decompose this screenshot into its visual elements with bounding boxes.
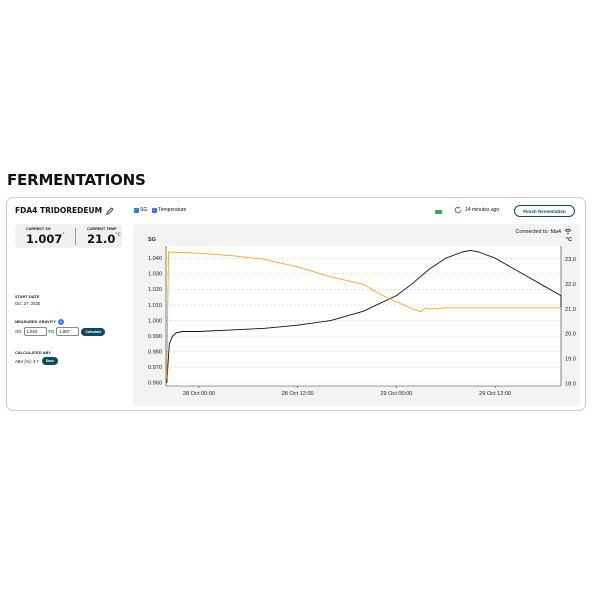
page-title: FERMENTATIONS (7, 171, 146, 189)
temperature-checkbox[interactable]: Temperature (152, 207, 186, 213)
last-seen-text: 14 minutes ago (465, 207, 500, 213)
fg-label: FG (48, 329, 55, 334)
y-left-tick-label: 0.960 (148, 381, 162, 387)
current-sg-label: CURRENT SG (26, 227, 51, 231)
fg-input[interactable] (56, 327, 80, 336)
current-readings-box: CURRENT SG 1.007° CURRENT TEMP 21.0°C (15, 224, 122, 248)
sg-checkbox[interactable]: SG (134, 207, 147, 213)
current-sg: CURRENT SG 1.007° (26, 227, 65, 246)
abv-row: ABV [%]: 4.7 Save (15, 357, 59, 365)
measured-gravity-label: MEASURED GRAVITY (15, 320, 56, 324)
fermentation-name: FDA4 TRIDOREDEUM (15, 206, 103, 215)
start-date-label: START DATE (15, 295, 40, 299)
y-left-tick-label: 1.020 (148, 287, 162, 293)
y-right-tick-label: 21.0 (565, 307, 576, 313)
fermentation-card: FDA4 TRIDOREDEUM CURRENT SG 1.007° CURRE… (6, 197, 586, 411)
y-left-tick-label: 1.030 (148, 272, 162, 278)
og-input[interactable] (23, 327, 47, 336)
fermentation-name-row: FDA4 TRIDOREDEUM (15, 206, 114, 215)
current-temp-label: CURRENT TEMP (87, 227, 117, 231)
edit-pencil-icon[interactable] (106, 206, 114, 215)
x-tick-label: 29 Oct 12:00 (479, 391, 511, 397)
y-right-tick-label: 18.0 (565, 381, 576, 387)
y-left-tick-label: 0.970 (148, 365, 162, 371)
y-right-tick-label: 19.0 (565, 357, 576, 363)
y-left-tick-label: 1.040 (148, 256, 162, 262)
abv-value: ABV [%]: 4.7 (15, 358, 39, 364)
connection-status: Connected to: fdа4 (515, 228, 572, 235)
y-left-tick-label: 1.010 (148, 303, 162, 309)
calculated-abv-label: CALCULATED ABV (15, 351, 51, 355)
wifi-icon (564, 228, 572, 235)
measured-gravity-label-row: MEASURED GRAVITY i (15, 319, 64, 325)
battery-icon (435, 210, 442, 214)
fermentation-chart: 0.960 0.970 0.980 0.990 1.000 1.010 1.020 1.030… (148, 237, 576, 397)
sync-refresh-icon[interactable] (454, 206, 462, 214)
og-label: OG (15, 329, 22, 334)
y-right-tick-label: 20.0 (565, 332, 576, 338)
y-left-axis-label: SG (148, 237, 156, 243)
readings-divider (75, 228, 76, 245)
plot-area (166, 246, 561, 386)
info-icon[interactable]: i (57, 319, 64, 325)
y-left-tick-label: 0.980 (148, 350, 162, 356)
finish-fermentation-button[interactable]: Finish fermentation (514, 205, 575, 217)
current-temp: CURRENT TEMP 21.0°C (87, 227, 121, 246)
current-temp-value: 21.0°C (87, 232, 121, 246)
gravity-row: OG FG Calculate (15, 327, 106, 336)
current-sg-value: 1.007° (26, 232, 65, 246)
x-tick-label: 28 Oct 12:00 (282, 391, 314, 397)
y-left-tick-label: 1.000 (148, 318, 162, 324)
x-tick-label: 29 Oct 00:00 (380, 391, 412, 397)
connection-text: Connected to: fdа4 (515, 228, 561, 235)
y-right-axis-label: °C (566, 237, 572, 243)
x-tick-label: 28 Oct 00:00 (183, 391, 215, 397)
series-toggles: SG Temperature (134, 207, 186, 213)
save-button[interactable]: Save (41, 357, 59, 365)
y-right-tick-label: 22.0 (565, 282, 576, 288)
checkbox-checked-icon (152, 207, 158, 213)
y-left-tick-label: 0.990 (148, 334, 162, 340)
start-date-value: Oct. 27, 2025 (15, 301, 41, 306)
last-sync: 14 minutes ago (454, 206, 499, 214)
y-right-tick-label: 23.0 (565, 257, 576, 263)
calculate-button[interactable]: Calculate (81, 327, 106, 336)
checkbox-checked-icon (134, 207, 139, 213)
chart-panel: Connected to: fdа4 0.960 0.970 0.980 0.990 1… (133, 224, 580, 406)
